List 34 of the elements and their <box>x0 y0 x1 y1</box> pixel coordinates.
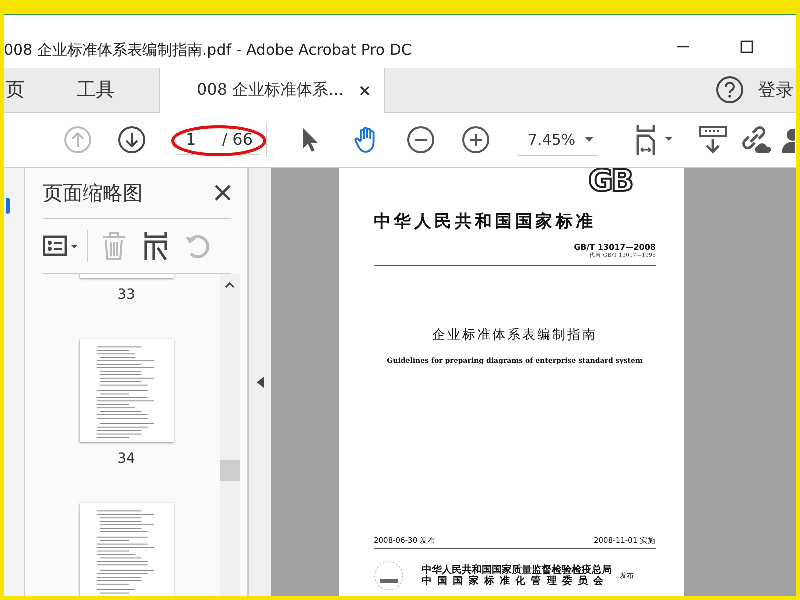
zoom-out-icon[interactable] <box>407 126 435 154</box>
help-icon[interactable] <box>716 76 744 104</box>
window-title: 008 企业标准体系表编制指南.pdf - Adobe Acrobat Pro DC <box>4 41 413 60</box>
zoom-in-icon[interactable] <box>462 126 490 154</box>
issuer-name: 中国国家标准化管理委员会 <box>422 576 610 587</box>
list-options-icon[interactable] <box>43 235 79 257</box>
seal-icon <box>374 561 404 591</box>
insert-page-icon[interactable] <box>144 231 168 261</box>
maximize-icon[interactable] <box>740 40 754 54</box>
document-title: 企业标准体系表编制指南 <box>432 327 598 344</box>
scroll-up-icon[interactable] <box>225 282 235 288</box>
tab[interactable]: 工具 <box>45 68 159 112</box>
page-thumbnail[interactable] <box>80 503 174 596</box>
sign-in-link[interactable]: 登录 <box>758 78 794 102</box>
download-icon[interactable] <box>699 125 727 155</box>
standard-number: GB/T 13017—2008 <box>574 243 656 252</box>
issuer-name: 中华人民共和国国家质量监督检验检疫总局 <box>422 565 612 576</box>
tab[interactable]: 页 <box>4 68 45 112</box>
caret-icon[interactable] <box>585 137 594 142</box>
page-number-label: 33 <box>118 287 136 304</box>
next-page-icon[interactable] <box>118 126 146 154</box>
page-number-label: 34 <box>118 451 136 468</box>
page-thumbnail[interactable] <box>80 274 174 278</box>
zoom-field[interactable]: 7.45% <box>518 124 598 156</box>
close-icon[interactable] <box>215 185 231 201</box>
document-heading: 中华人民共和国国家标准 <box>374 211 598 233</box>
tab[interactable]: 008 企业标准体系... <box>159 68 385 113</box>
close-icon[interactable] <box>360 86 370 96</box>
page-thumbnail[interactable] <box>80 339 174 442</box>
nav-marker[interactable] <box>6 198 10 214</box>
panel-title: 页面缩略图 <box>43 180 143 206</box>
person-icon[interactable] <box>781 126 795 154</box>
collapse-panel-icon[interactable] <box>256 376 264 388</box>
scrollbar-thumb[interactable] <box>220 460 240 481</box>
